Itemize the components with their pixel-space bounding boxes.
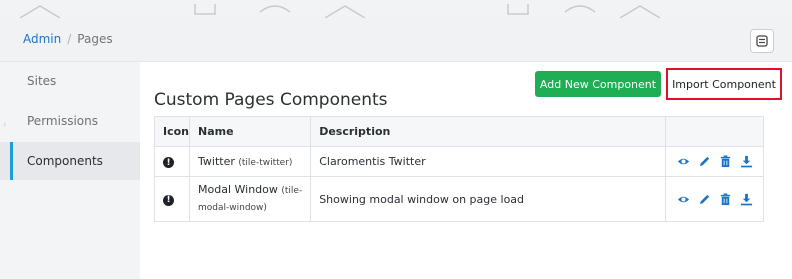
download-icon[interactable] (740, 155, 753, 168)
component-name: Twitter (198, 155, 235, 168)
grid-menu-button[interactable] (750, 29, 774, 53)
eye-icon[interactable] (677, 155, 690, 168)
column-header-description: Description (310, 116, 667, 147)
breadcrumb-bar: Admin / Pages (0, 18, 792, 62)
row-name-cell: Modal Window (tile-modal-window) (189, 176, 312, 222)
breadcrumb: Admin / Pages (23, 32, 113, 46)
row-name-cell: Twitter (tile-twitter) (189, 146, 312, 177)
exclamation-icon: ! (163, 157, 174, 169)
row-description-cell: Showing modal window on page load (310, 176, 667, 222)
page-title: Custom Pages Components (154, 90, 388, 110)
pencil-icon[interactable] (698, 193, 711, 206)
table-row: ! Twitter (tile-twitter) Claromentis Twi… (153, 146, 764, 177)
sidebar: Sites Permissions Components (0, 62, 140, 279)
grid-menu-icon (756, 35, 768, 47)
add-new-component-button[interactable]: Add New Component (535, 71, 661, 97)
breadcrumb-current: Pages (77, 32, 113, 46)
sidebar-item-components[interactable]: Components (0, 142, 140, 180)
import-component-button[interactable]: Import Component (666, 68, 782, 100)
breadcrumb-separator: / (67, 32, 72, 46)
pencil-icon[interactable] (698, 155, 711, 168)
column-header-actions (665, 116, 764, 147)
component-slug: (tile- (281, 186, 303, 196)
row-description-cell: Claromentis Twitter (310, 146, 667, 177)
component-name: Modal Window (198, 183, 278, 196)
table-header-row: Icon Name Description (153, 116, 764, 147)
trash-icon[interactable] (719, 155, 732, 168)
column-header-name: Name (189, 116, 312, 147)
components-table: Icon Name Description ! Twitter (tile-tw… (153, 116, 764, 222)
breadcrumb-admin-link[interactable]: Admin (23, 32, 61, 46)
sidebar-collapse-icon[interactable]: › (3, 120, 7, 130)
sidebar-item-sites[interactable]: Sites (0, 62, 140, 100)
top-decoration-strip (0, 0, 792, 18)
column-header-icon: Icon (153, 116, 191, 147)
sidebar-item-permissions[interactable]: Permissions (0, 102, 140, 140)
row-actions-cell (665, 176, 764, 222)
row-icon-cell: ! (153, 146, 191, 177)
table-row: ! Modal Window (tile-modal-window) Showi… (153, 176, 764, 222)
eye-icon[interactable] (677, 193, 690, 206)
row-icon-cell: ! (153, 176, 191, 222)
row-actions-cell (665, 146, 764, 177)
trash-icon[interactable] (719, 192, 732, 206)
component-slug-continued: modal-window) (198, 203, 267, 213)
exclamation-icon: ! (163, 194, 174, 206)
component-slug: (tile-twitter) (238, 158, 293, 168)
download-icon[interactable] (740, 193, 753, 206)
